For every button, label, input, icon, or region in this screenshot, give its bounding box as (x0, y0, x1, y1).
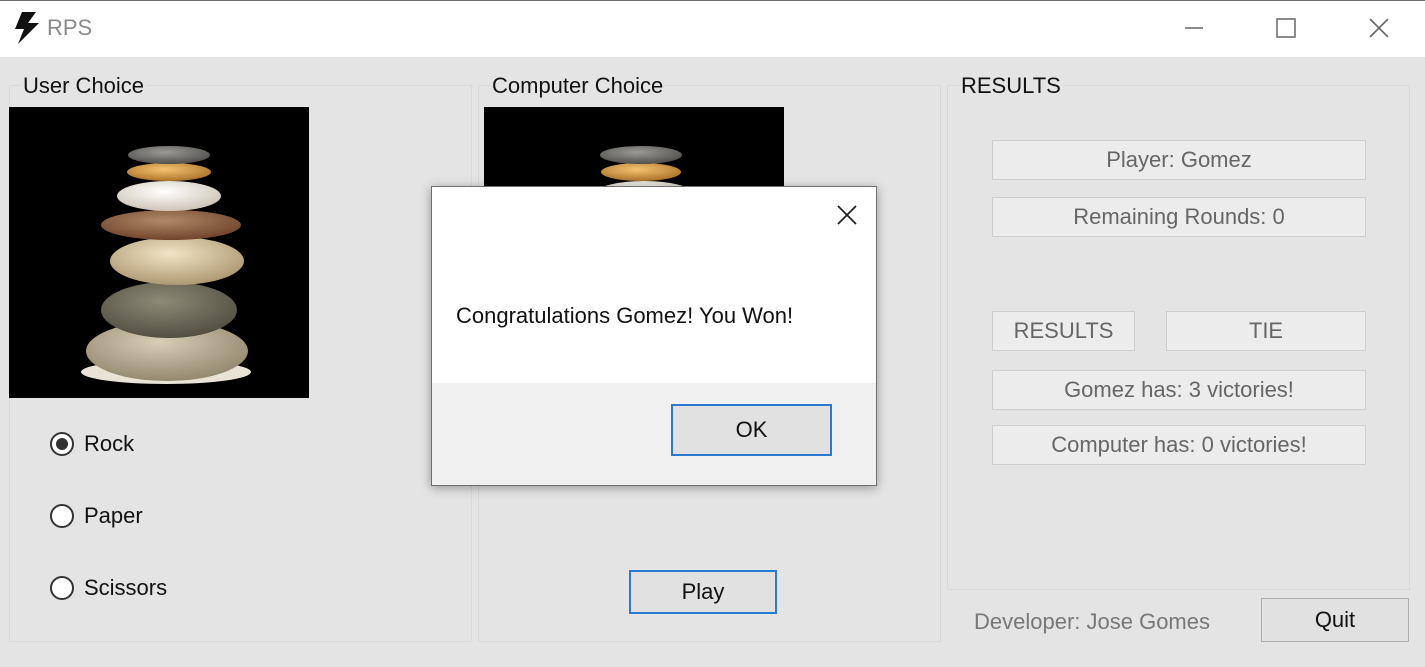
lightning-bolt-icon (12, 12, 40, 44)
close-window-button[interactable] (1333, 0, 1425, 56)
maximize-icon (1276, 18, 1296, 38)
minimize-icon (1185, 27, 1203, 29)
ok-button[interactable]: OK (671, 404, 832, 456)
paper-label: Paper (84, 503, 143, 528)
maximize-button[interactable] (1240, 0, 1332, 56)
rock-label: Rock (84, 431, 135, 456)
user-choice-image (9, 107, 309, 398)
player-name-box: Player: Gomez (992, 140, 1366, 180)
minimize-button[interactable] (1148, 0, 1240, 56)
user-choice-title: User Choice (21, 73, 147, 99)
results-label-box: RESULTS (992, 311, 1135, 351)
radio-button[interactable] (50, 504, 74, 528)
developer-label: Developer: Jose Gomes (974, 609, 1210, 634)
remaining-rounds-box: Remaining Rounds: 0 (992, 197, 1366, 237)
radio-button[interactable] (50, 432, 74, 456)
results-title: RESULTS (959, 73, 1063, 99)
computer-victories-box: Computer has: 0 victories! (992, 425, 1366, 465)
scissors-radio[interactable]: Scissors (50, 573, 167, 603)
dialog-close-button[interactable] (829, 197, 865, 233)
paper-radio[interactable]: Paper (50, 501, 143, 531)
close-icon (837, 205, 857, 225)
dialog-message: Congratulations Gomez! You Won! (456, 303, 794, 328)
scissors-label: Scissors (84, 575, 168, 600)
round-result-box: TIE (1166, 311, 1366, 351)
rock-radio[interactable]: Rock (50, 429, 134, 459)
radio-selected-dot (56, 438, 68, 450)
play-button[interactable]: Play (629, 570, 777, 614)
radio-button[interactable] (50, 576, 74, 600)
user-victories-box: Gomez has: 3 victories! (992, 370, 1366, 410)
window-title: RPS (47, 15, 93, 40)
close-icon (1369, 18, 1389, 38)
computer-choice-title: Computer Choice (490, 73, 666, 99)
quit-button[interactable]: Quit (1261, 598, 1409, 642)
message-dialog: Congratulations Gomez! You Won! OK (431, 186, 877, 486)
